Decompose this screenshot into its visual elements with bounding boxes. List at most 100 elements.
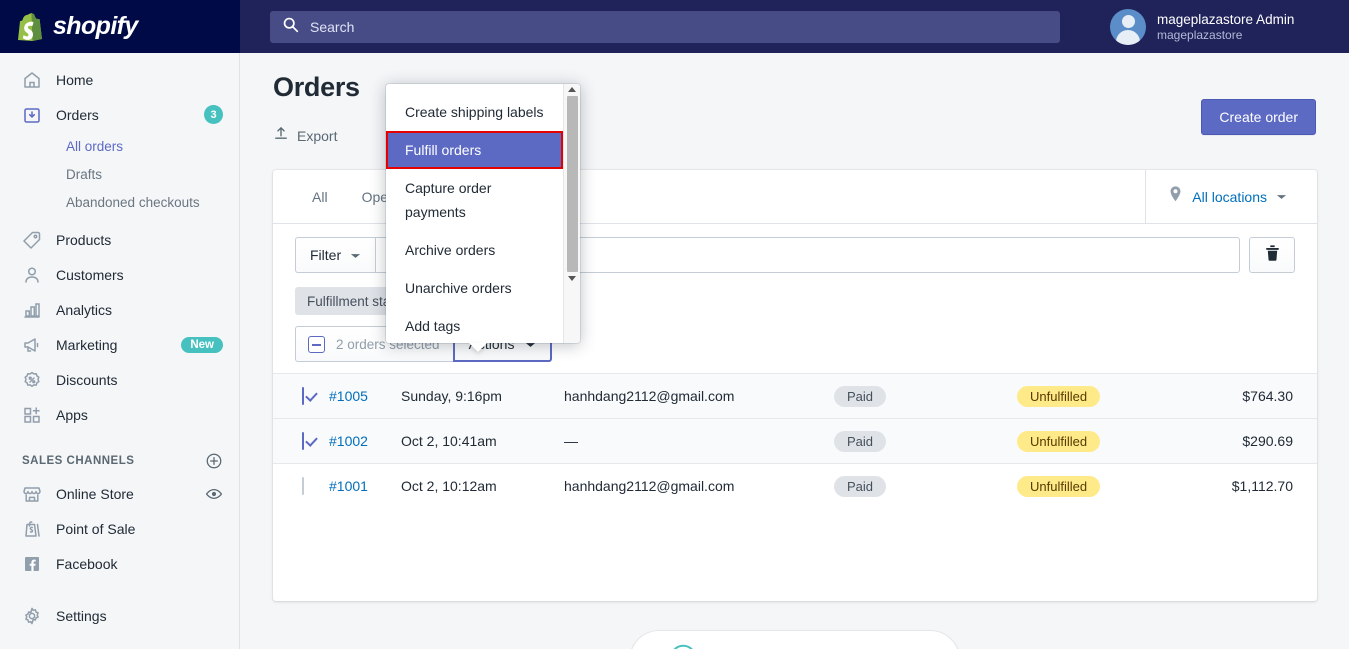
chevron-down-icon	[1276, 188, 1287, 206]
filter-button[interactable]: Filter	[295, 237, 376, 273]
row-checkbox[interactable]	[302, 477, 304, 495]
row-checkbox[interactable]	[302, 432, 304, 450]
sidebar-item-discounts[interactable]: Discounts	[0, 362, 239, 397]
sidebar-item-drafts[interactable]: Drafts	[0, 160, 239, 188]
scroll-down-arrow[interactable]	[568, 276, 576, 281]
menu-scrollbar[interactable]	[563, 84, 580, 343]
sidebar-sub-label: All orders	[66, 138, 124, 154]
scrollbar-thumb[interactable]	[566, 96, 578, 272]
sidebar-item-products[interactable]: Products	[0, 222, 239, 257]
row-checkbox[interactable]	[302, 387, 304, 405]
orders-inbox-icon	[22, 105, 42, 125]
row-checkbox-cell	[273, 477, 329, 495]
help-banner: ? Learn more about fulfilling orders.	[629, 631, 960, 649]
tab-all[interactable]: All	[295, 170, 345, 223]
sidebar-item-label: Home	[56, 71, 94, 88]
search-icon	[282, 16, 299, 38]
user-name: mageplazastore Admin	[1157, 11, 1295, 27]
menu-item-unarchive-orders[interactable]: Unarchive orders	[386, 269, 563, 307]
sidebar-item-marketing[interactable]: Marketing New	[0, 327, 239, 362]
sidebar-item-label: Settings	[56, 607, 107, 624]
question-circle-icon: ?	[668, 643, 698, 649]
menu-item-fulfill-orders[interactable]: Fulfill orders	[386, 131, 563, 169]
payment-status-cell: Paid	[834, 475, 1017, 497]
plus-circle-icon[interactable]	[205, 452, 223, 470]
sidebar-item-facebook[interactable]: Facebook	[0, 546, 239, 581]
menu-item-label: Unarchive orders	[405, 280, 512, 296]
sidebar-item-analytics[interactable]: Analytics	[0, 292, 239, 327]
sidebar-item-label: Orders	[56, 106, 99, 123]
sidebar-item-label: Customers	[56, 266, 124, 283]
search-input[interactable]: Search	[270, 10, 1060, 43]
order-customer-email: —	[564, 433, 578, 449]
status-badge: Unfulfilled	[1017, 475, 1101, 497]
menu-item-label: Fulfill orders	[405, 142, 482, 158]
sidebar-sub-label: Drafts	[66, 166, 103, 182]
sidebar-item-point-of-sale[interactable]: Point of Sale	[0, 511, 239, 546]
sidebar-item-abandoned-checkouts[interactable]: Abandoned checkouts	[0, 188, 239, 216]
sidebar-item-label: Discounts	[56, 371, 118, 388]
sidebar-item-label: Products	[56, 231, 112, 248]
sidebar-item-label: Point of Sale	[56, 520, 136, 537]
locations-selector[interactable]: All locations	[1145, 170, 1317, 223]
upload-arrow-icon	[273, 125, 289, 146]
discount-percent-icon	[22, 370, 42, 390]
order-number[interactable]: #1005	[329, 388, 401, 404]
export-button[interactable]: Export	[273, 125, 337, 146]
page-title: Orders	[273, 72, 360, 102]
order-total: $290.69	[1242, 433, 1293, 449]
create-order-button[interactable]: Create order	[1201, 99, 1316, 135]
actions-dropdown-menu: Create shipping labels Fulfill orders Ca…	[386, 84, 580, 343]
order-number[interactable]: #1002	[329, 433, 401, 449]
sales-channels-header: SALES CHANNELS	[0, 446, 239, 476]
megaphone-icon	[22, 335, 42, 355]
bar-chart-icon	[22, 300, 42, 320]
trash-icon	[1264, 244, 1281, 267]
sidebar-item-label: Analytics	[56, 301, 113, 318]
marketing-new-badge: New	[181, 336, 223, 353]
sidebar-item-customers[interactable]: Customers	[0, 257, 239, 292]
sidebar-item-settings[interactable]: Settings	[0, 598, 239, 633]
select-all-checkbox[interactable]	[308, 335, 325, 353]
order-number[interactable]: #1001	[329, 478, 401, 494]
sidebar-item-online-store[interactable]: Online Store	[0, 476, 239, 511]
user-avatar-icon	[1110, 8, 1146, 45]
sidebar-item-apps[interactable]: Apps	[0, 397, 239, 432]
table-row[interactable]: #1002 Oct 2, 10:41am — Paid Unfulfilled …	[273, 418, 1317, 463]
sidebar-sub-label: Abandoned checkouts	[66, 194, 200, 210]
sidebar-item-label: Online Store	[56, 485, 134, 502]
menu-item-create-shipping-labels[interactable]: Create shipping labels	[386, 93, 563, 131]
orders-count-badge: 3	[204, 105, 223, 124]
fulfillment-status-cell: Unfulfilled	[1017, 385, 1199, 407]
chevron-down-icon	[350, 247, 361, 263]
shopify-bag-icon	[18, 12, 44, 41]
storefront-icon	[22, 484, 42, 504]
user-info: mageplazastore Admin mageplazastore	[1157, 11, 1294, 43]
table-row[interactable]: #1001 Oct 2, 10:12am hanhdang2112@gmail.…	[273, 463, 1317, 508]
menu-item-archive-orders[interactable]: Archive orders	[386, 231, 563, 269]
menu-pointer-tail	[469, 343, 487, 352]
sales-channels-title: SALES CHANNELS	[22, 455, 135, 467]
order-date: Oct 2, 10:41am	[401, 433, 497, 449]
menu-item-capture-order-payments[interactable]: Capture order payments	[386, 169, 563, 231]
user-menu[interactable]: mageplazastore Admin mageplazastore	[1090, 0, 1349, 53]
table-row[interactable]: #1005 Sunday, 9:16pm hanhdang2112@gmail.…	[273, 373, 1317, 418]
sidebar-item-all-orders[interactable]: All orders	[0, 132, 239, 160]
shopify-logo[interactable]: shopify	[0, 0, 240, 53]
sidebar-item-home[interactable]: Home	[0, 62, 239, 97]
eye-icon[interactable]	[205, 485, 223, 503]
menu-item-add-tags[interactable]: Add tags	[386, 307, 563, 343]
order-total: $1,112.70	[1231, 478, 1293, 494]
filter-label: Filter	[310, 247, 342, 263]
row-checkbox-cell	[273, 432, 329, 450]
top-bar: shopify Search mageplazastore Admin mage…	[0, 0, 1349, 53]
scroll-up-arrow[interactable]	[568, 87, 576, 92]
order-date: Oct 2, 10:12am	[401, 478, 497, 494]
sidebar: Home Orders 3 All orders Drafts Abandone…	[0, 53, 240, 649]
sidebar-item-label: Marketing	[56, 336, 118, 353]
search-area: Search	[240, 10, 1090, 43]
tab-label: All	[312, 188, 328, 205]
export-label: Export	[297, 127, 338, 144]
delete-filter-button[interactable]	[1249, 237, 1295, 273]
sidebar-item-orders[interactable]: Orders 3	[0, 97, 239, 132]
